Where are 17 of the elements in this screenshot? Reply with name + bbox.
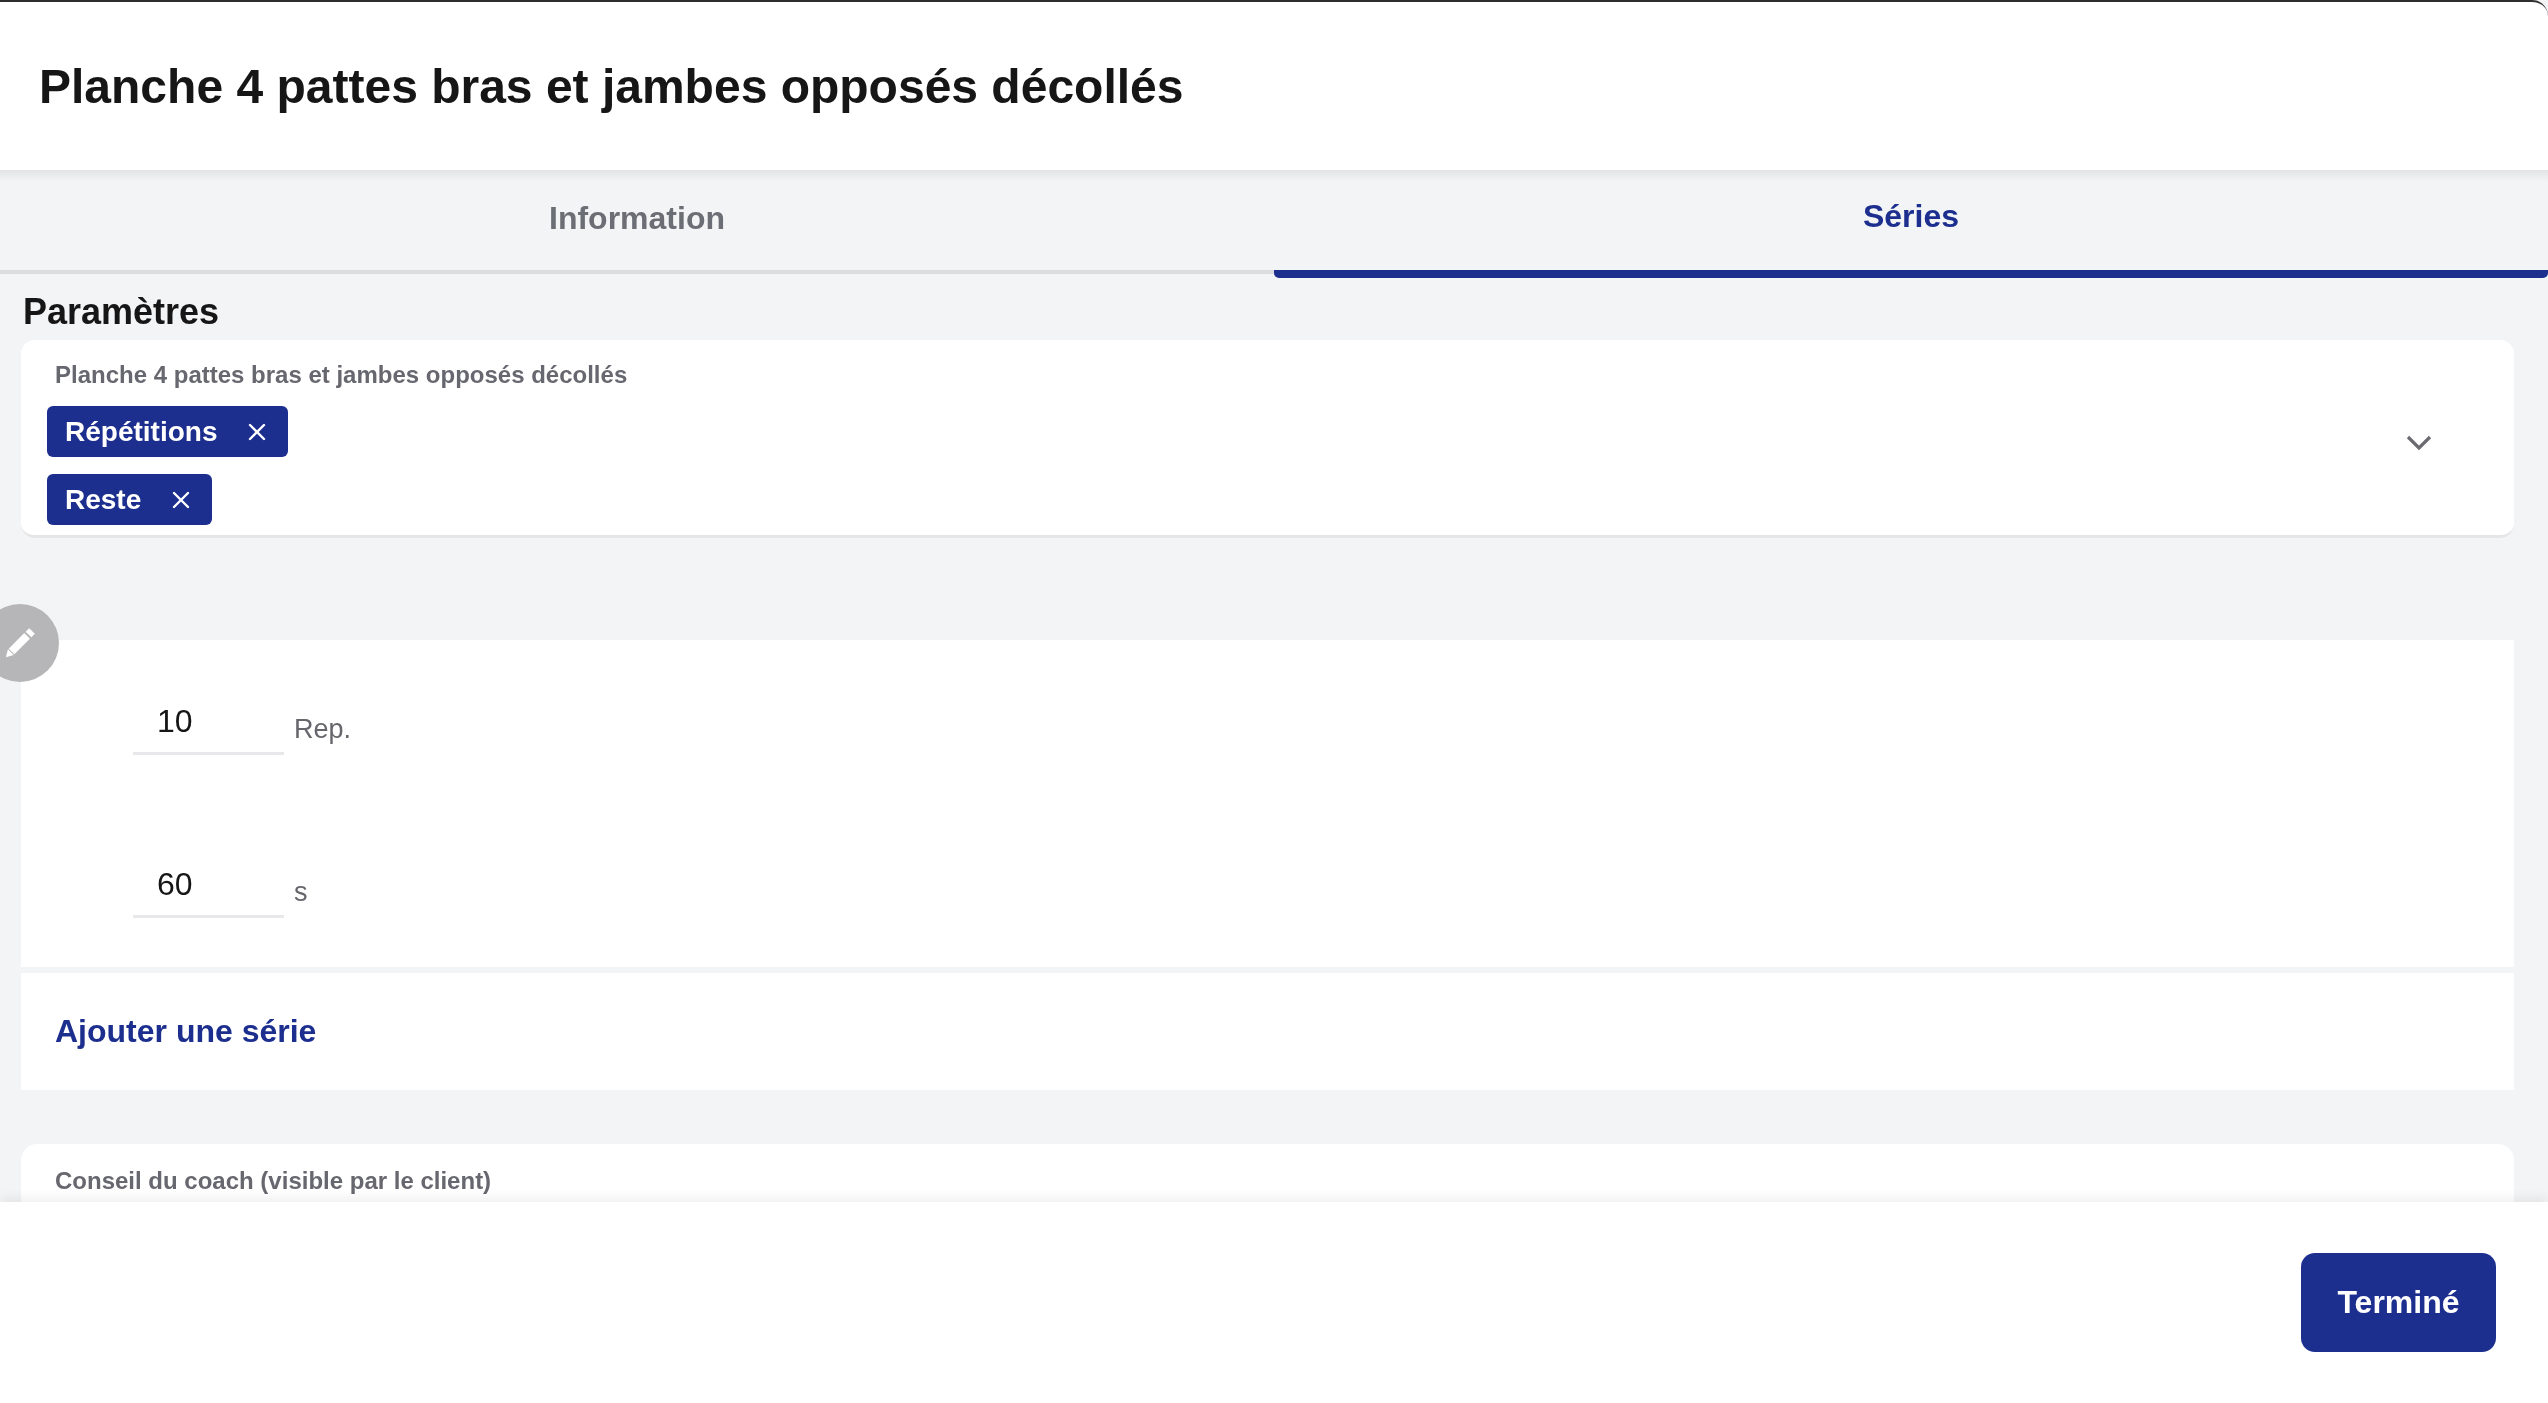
input-field[interactable]: 10: [133, 699, 284, 755]
unit-label: Rep.: [294, 712, 352, 745]
section-heading: Paramètres: [23, 290, 220, 333]
close-icon[interactable]: [172, 490, 191, 509]
tab[interactable]: Information: [0, 170, 1274, 274]
chip-label: Reste: [65, 483, 142, 516]
exercise-label: Planche 4 pattes bras et jambes opposés décollés: [55, 360, 628, 389]
add-series-link[interactable]: Ajouter une série: [55, 1013, 317, 1050]
chevron-down-icon[interactable]: [2406, 435, 2432, 450]
chip-label: Répétitions: [65, 415, 218, 448]
coach-advice-label: Conseil du coach (visible par le client): [55, 1167, 492, 1194]
input-field[interactable]: 60: [133, 862, 284, 918]
done-button[interactable]: Terminé: [2301, 1253, 2496, 1352]
tab[interactable]: Séries: [1274, 170, 2548, 278]
close-icon[interactable]: [248, 422, 267, 441]
page-title: Planche 4 pattes bras et jambes opposés décollés: [39, 58, 1184, 114]
unit-label: s: [294, 875, 308, 908]
